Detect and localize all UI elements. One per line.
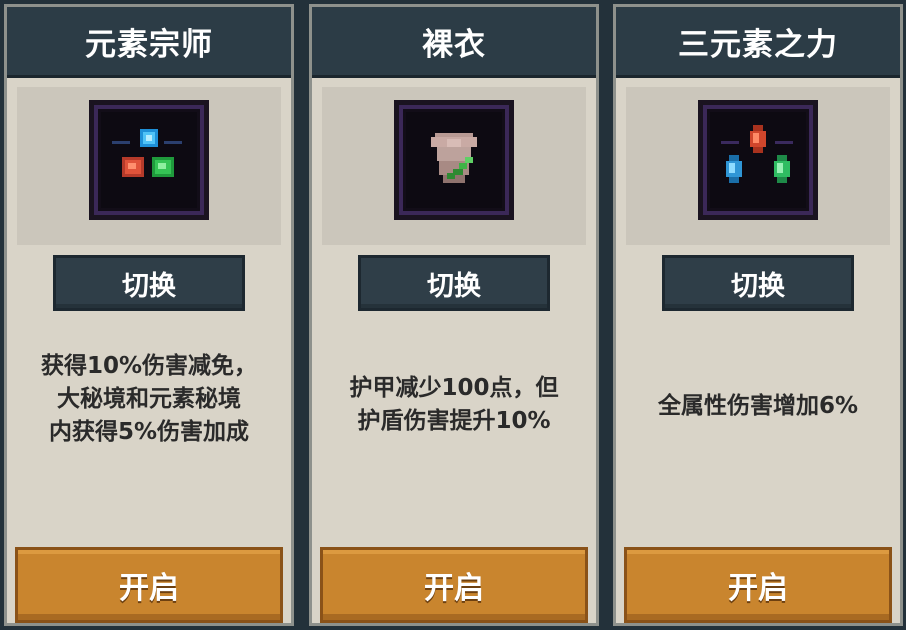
card-description: 护甲减少100点，但 护盾伤害提升10% [312,372,596,438]
talent-card-three-elements: 三元素之力 切换 全属性伤害增加6% 开启 [613,4,903,626]
card-title: 裸衣 [312,7,596,78]
talent-card-element-master: 元素宗师 切换 获得10%伤害减免， 大秘境和元素秘境 内获得5%伤害加成 开启 [4,4,294,626]
card-title: 元素宗师 [7,7,291,78]
description-line: 全属性伤害增加6% [657,393,859,419]
three-crystals-icon [698,100,818,220]
switch-button[interactable]: 切换 [662,255,854,311]
open-button[interactable]: 开启 [320,547,588,623]
description-line: 内获得5%伤害加成 [48,419,250,445]
talent-card-bare-clothes: 裸衣 切换 护甲减少100点，但 护盾伤害提升10% 开启 [309,4,599,626]
switch-button[interactable]: 切换 [53,255,245,311]
description-line: 护甲减少100点，但 [349,375,559,401]
bare-armor-icon [394,100,514,220]
three-elements-orb-icon [89,100,209,220]
card-description: 获得10%伤害减免， 大秘境和元素秘境 内获得5%伤害加成 [7,350,291,449]
description-line: 护盾伤害提升10% [357,408,551,434]
description-line: 获得10%伤害减免， [40,353,258,379]
icon-area [626,87,890,245]
description-line: 大秘境和元素秘境 [57,386,241,412]
switch-button[interactable]: 切换 [358,255,550,311]
open-button[interactable]: 开启 [15,547,283,623]
open-button[interactable]: 开启 [624,547,892,623]
card-description: 全属性伤害增加6% [616,390,900,423]
icon-area [17,87,281,245]
icon-area [322,87,586,245]
card-title: 三元素之力 [616,7,900,78]
